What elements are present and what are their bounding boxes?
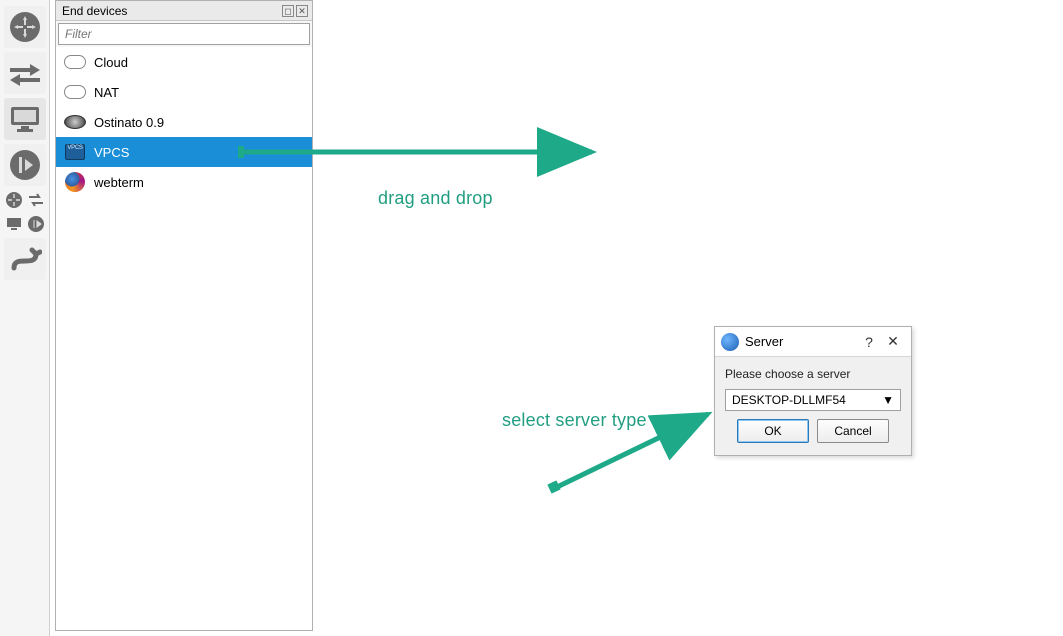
- server-select[interactable]: DESKTOP-DLLMF54 ▼: [725, 389, 901, 411]
- dialog-title: Server: [745, 334, 857, 349]
- device-item-cloud[interactable]: Cloud: [56, 47, 312, 77]
- end-devices-panel: End devices ◻ ✕ Cloud NAT Ostinato 0.9 V…: [55, 0, 313, 631]
- panel-header: End devices ◻ ✕: [56, 1, 312, 21]
- cable-s-icon: [8, 244, 42, 274]
- toolbar-end-devices-button[interactable]: [4, 98, 46, 140]
- annotation-drag-label: drag and drop: [378, 188, 493, 209]
- toolbar-mini-step-button[interactable]: [26, 214, 46, 234]
- mini-monitor-icon: [5, 215, 23, 233]
- gns3-app-icon: [721, 333, 739, 351]
- device-label: VPCS: [94, 145, 129, 160]
- toolbar-mini-row-2: [4, 214, 46, 234]
- device-label: Ostinato 0.9: [94, 115, 164, 130]
- server-select-value: DESKTOP-DLLMF54: [732, 393, 846, 407]
- dialog-titlebar: Server ? ✕: [715, 327, 911, 357]
- device-item-ostinato[interactable]: Ostinato 0.9: [56, 107, 312, 137]
- toolbar-mini-arrows-button[interactable]: [26, 190, 46, 210]
- device-label: NAT: [94, 85, 119, 100]
- dialog-close-button[interactable]: ✕: [881, 333, 905, 350]
- ok-button[interactable]: OK: [737, 419, 809, 443]
- device-item-nat[interactable]: NAT: [56, 77, 312, 107]
- mini-step-icon: [27, 215, 45, 233]
- firewall-step-icon: [8, 148, 42, 182]
- cloud-icon: [64, 83, 86, 101]
- toolbar-link-button[interactable]: [4, 238, 46, 280]
- annotation-select-label: select server type: [502, 410, 647, 431]
- toolbar-routers-button[interactable]: [4, 6, 46, 48]
- cancel-button[interactable]: Cancel: [817, 419, 889, 443]
- firefox-icon: [64, 173, 86, 191]
- dialog-help-button[interactable]: ?: [857, 334, 881, 350]
- vpcs-icon: [64, 143, 86, 161]
- device-label: Cloud: [94, 55, 128, 70]
- router-hub-icon: [8, 10, 42, 44]
- panel-title: End devices: [62, 4, 282, 18]
- ostinato-icon: [64, 113, 86, 131]
- filter-input[interactable]: [58, 23, 310, 45]
- cloud-icon: [64, 53, 86, 71]
- mini-hub-icon: [5, 191, 23, 209]
- server-dialog: Server ? ✕ Please choose a server DESKTO…: [714, 326, 912, 456]
- mini-exchange-icon: [27, 191, 45, 209]
- toolbar-mini-row: [4, 190, 46, 210]
- monitor-icon: [8, 104, 42, 134]
- device-label: webterm: [94, 175, 144, 190]
- device-list: Cloud NAT Ostinato 0.9 VPCS webterm: [56, 47, 312, 630]
- device-item-vpcs[interactable]: VPCS: [56, 137, 312, 167]
- dialog-prompt: Please choose a server: [725, 367, 901, 381]
- device-item-webterm[interactable]: webterm: [56, 167, 312, 197]
- toolbar-security-button[interactable]: [4, 144, 46, 186]
- toolbar-mini-monitor-button[interactable]: [4, 214, 24, 234]
- chevron-down-icon: ▼: [882, 393, 894, 407]
- toolbar-switches-button[interactable]: [4, 52, 46, 94]
- left-toolbar: [0, 0, 50, 636]
- toolbar-mini-hub-button[interactable]: [4, 190, 24, 210]
- switch-arrows-icon: [8, 60, 42, 86]
- panel-float-icon[interactable]: ◻: [282, 5, 294, 17]
- panel-close-icon[interactable]: ✕: [296, 5, 308, 17]
